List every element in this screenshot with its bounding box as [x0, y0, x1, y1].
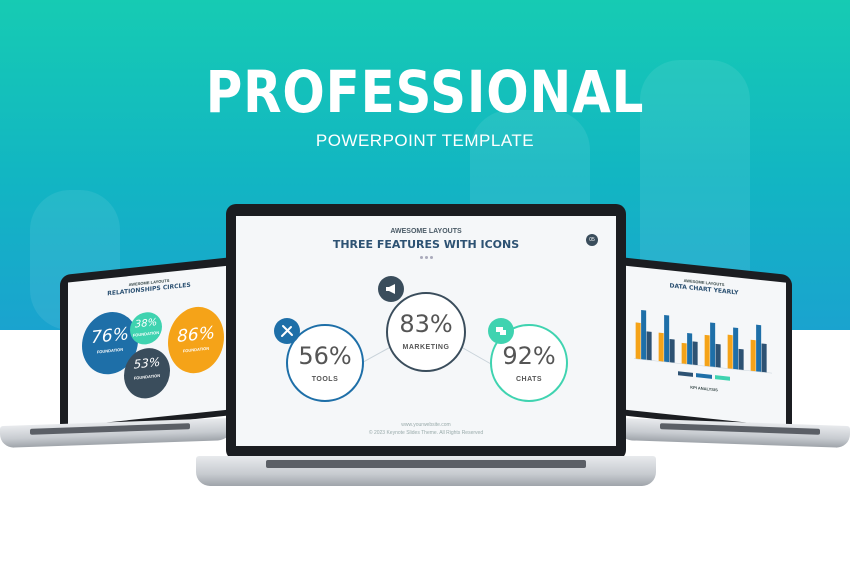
center-laptop-screen: AWESOME LAYOUTS THREE FEATURES WITH ICON… [236, 216, 616, 446]
chats-label: CHATS [515, 376, 543, 383]
center-laptop: AWESOME LAYOUTS THREE FEATURES WITH ICON… [196, 204, 656, 490]
circle-slate-percent: 53% [133, 354, 161, 372]
legend-swatch [678, 371, 694, 377]
chart-bar [664, 315, 670, 363]
chats-percent: 92% [502, 342, 556, 370]
marketing-percent: 83% [399, 310, 453, 338]
chart-bar [733, 327, 739, 370]
chart-bar [761, 343, 767, 373]
hero-subtitle: POWERPOINT TEMPLATE [315, 131, 535, 150]
chart-bar [658, 332, 664, 362]
circle-green: 38% FOUNDATION [130, 310, 162, 346]
hero-title: PROFESSIONAL [205, 58, 645, 126]
legend-swatch [696, 373, 712, 379]
center-slide-website: www.yourwebsite.com [401, 422, 451, 428]
chart-bar [687, 333, 693, 365]
tools-icon [274, 318, 300, 344]
circle-green-label: FOUNDATION [132, 329, 160, 338]
chart-bar [692, 341, 698, 366]
chart-bar [727, 334, 733, 370]
circle-green-percent: 38% [134, 317, 158, 331]
megaphone-icon [378, 276, 404, 302]
tools-label: TOOLS [311, 376, 339, 383]
chart-bar [710, 322, 716, 368]
center-laptop-keyboard [266, 460, 586, 468]
tools-percent: 56% [298, 342, 352, 370]
chart-bar [738, 348, 744, 371]
chart-bar [681, 342, 687, 365]
marketing-label: MARKETING [402, 344, 450, 351]
chart-bar [704, 334, 710, 367]
chart-legend [678, 371, 730, 381]
legend-swatch [714, 375, 730, 381]
chat-icon [488, 318, 514, 344]
chart-bar [669, 338, 675, 363]
chart-bar [715, 343, 721, 368]
chart-bar [756, 324, 762, 373]
center-slide-copyright: © 2023 Keynote Slides Theme. All Rights … [368, 430, 484, 436]
circle-slate-label: FOUNDATION [133, 372, 161, 381]
marketing-ring: 83% MARKETING [386, 292, 466, 372]
chart-bar [750, 339, 756, 372]
